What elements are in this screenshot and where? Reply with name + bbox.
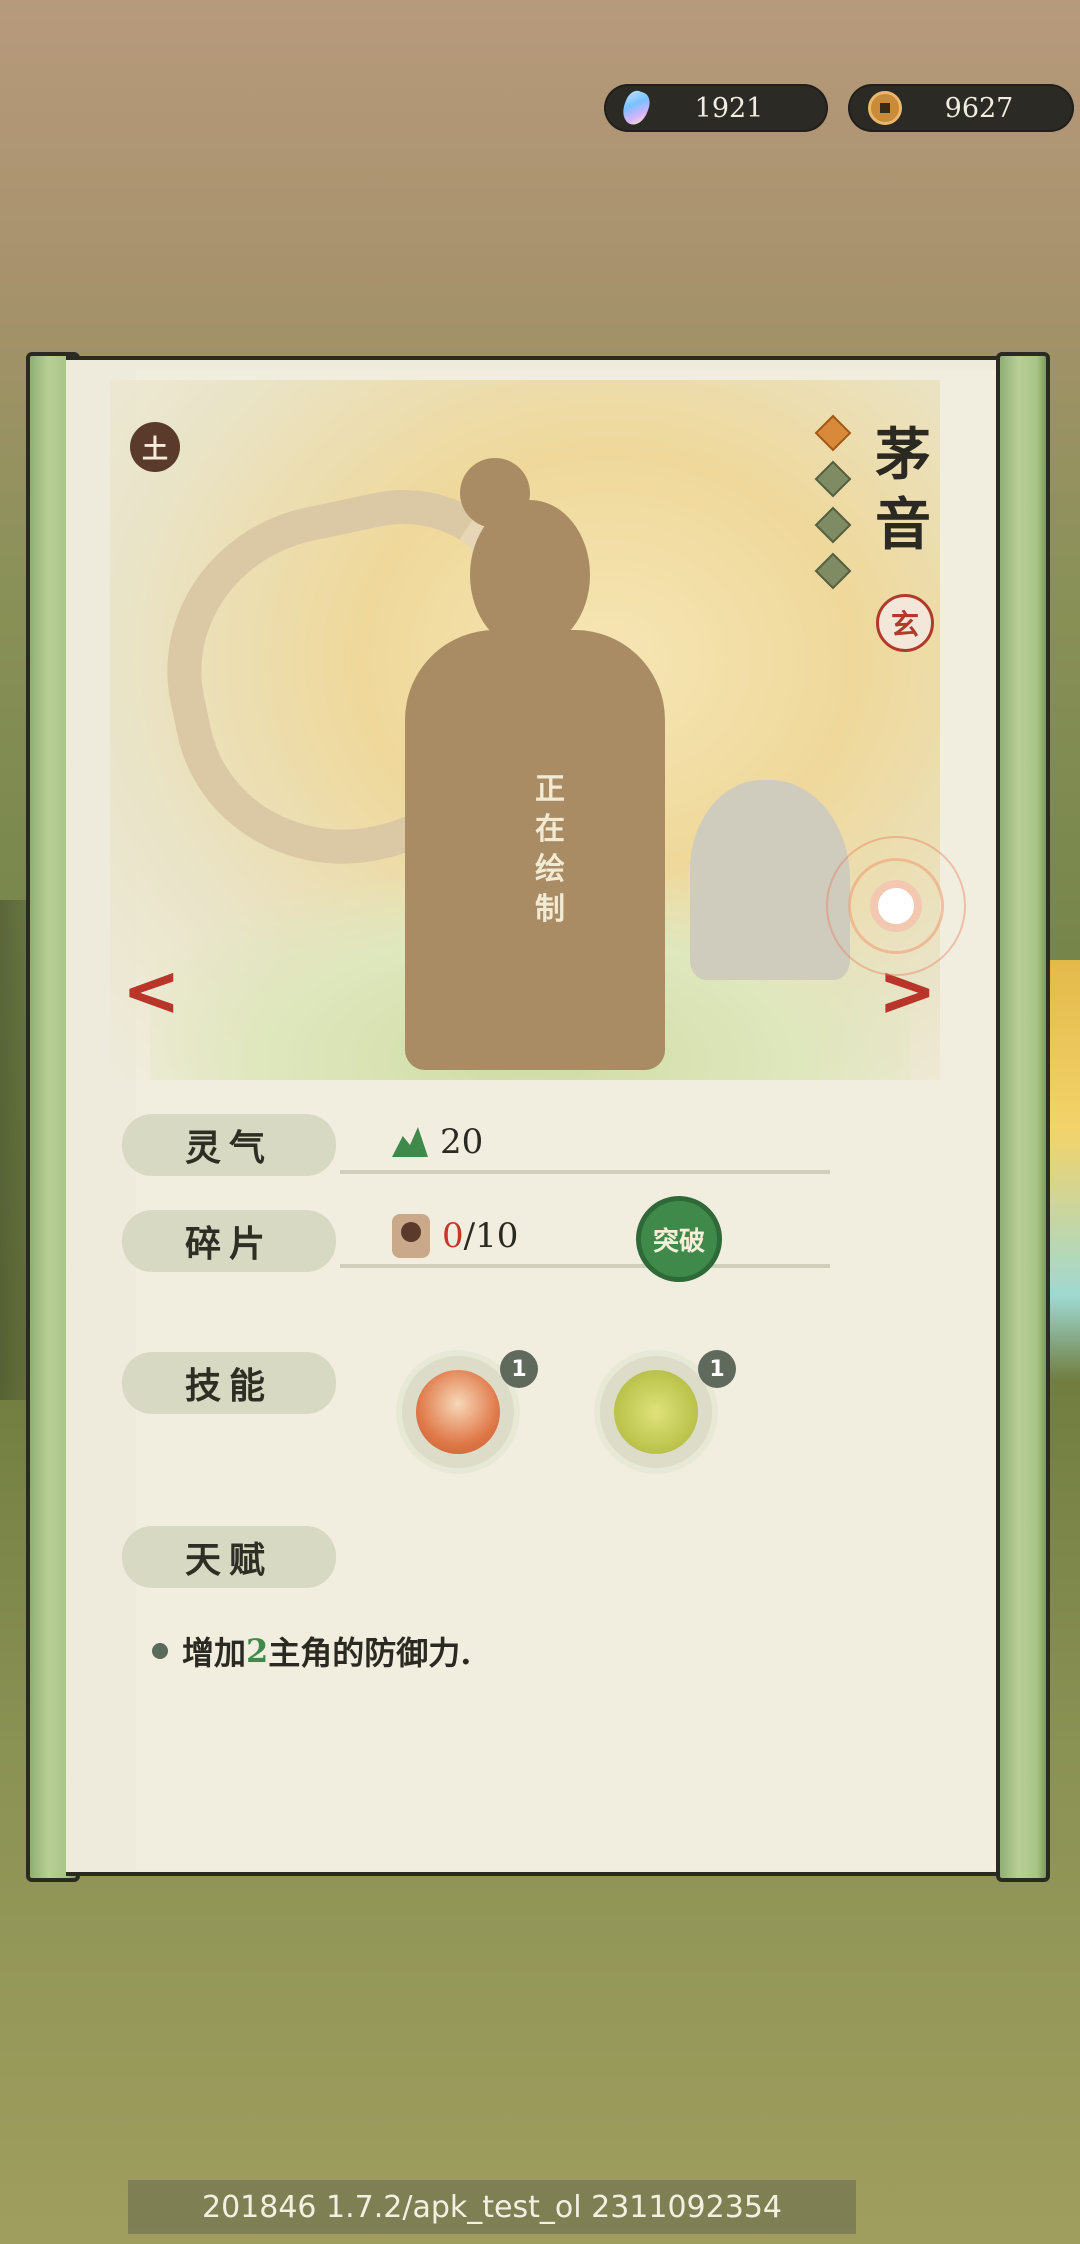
spirit-value: 20 (440, 1122, 484, 1162)
skill-level-badge: 1 (698, 1350, 736, 1388)
coin-icon (868, 91, 902, 125)
talent-description: 增加 2 主角的防御力. (152, 1628, 471, 1674)
previous-character-arrow[interactable]: < (122, 950, 181, 1032)
star-icon (814, 552, 852, 590)
fragment-value-row: 0 /10 (392, 1214, 518, 1258)
character-name: 茅音 (875, 422, 931, 558)
coin-count: 9627 (944, 92, 1014, 124)
character-illustration: 正在绘制 (110, 380, 940, 1080)
talent-amount: 2 (246, 1632, 269, 1670)
rotate-view-button[interactable] (826, 836, 966, 976)
spirit-value-row: 20 (392, 1122, 483, 1162)
gem-count: 1921 (694, 92, 764, 124)
skill-level-badge: 1 (500, 1350, 538, 1388)
divider (340, 1264, 830, 1268)
star-rating (814, 414, 852, 604)
girl-portrait-skill-icon (416, 1370, 500, 1454)
art-rock (690, 780, 850, 980)
mountain-icon (392, 1127, 428, 1157)
hoe-field-skill-icon (614, 1370, 698, 1454)
build-info: 201846 1.7.2/apk_test_ol 2311092354 (128, 2180, 856, 2234)
divider (340, 1170, 830, 1174)
portrait-placeholder-text: 正在绘制 (535, 772, 565, 927)
breakthrough-button[interactable]: 突破 (636, 1196, 722, 1282)
talent-label: 天赋 (122, 1526, 336, 1588)
rotate-icon (870, 880, 922, 932)
bullet-icon (152, 1643, 168, 1659)
star-icon-lit (814, 414, 852, 452)
coin-currency-pill[interactable]: 9627 (848, 84, 1074, 132)
talent-suffix: 主角的防御力. (268, 1634, 472, 1672)
gem-currency-pill[interactable]: 1921 (604, 84, 828, 132)
grade-seal: 玄 (876, 594, 934, 652)
fragment-icon (392, 1214, 430, 1258)
star-icon (814, 460, 852, 498)
skill-label: 技能 (122, 1352, 336, 1414)
star-icon (814, 506, 852, 544)
element-badge: 土 (130, 422, 180, 472)
fragment-have: 0 (442, 1216, 464, 1256)
spirit-label: 灵气 (122, 1114, 336, 1176)
scroll-roller-right (996, 352, 1050, 1882)
talent-prefix: 增加 (182, 1634, 247, 1672)
fragment-label: 碎片 (122, 1210, 336, 1272)
fragment-need: /10 (463, 1216, 519, 1256)
silhouette-head (470, 500, 590, 650)
